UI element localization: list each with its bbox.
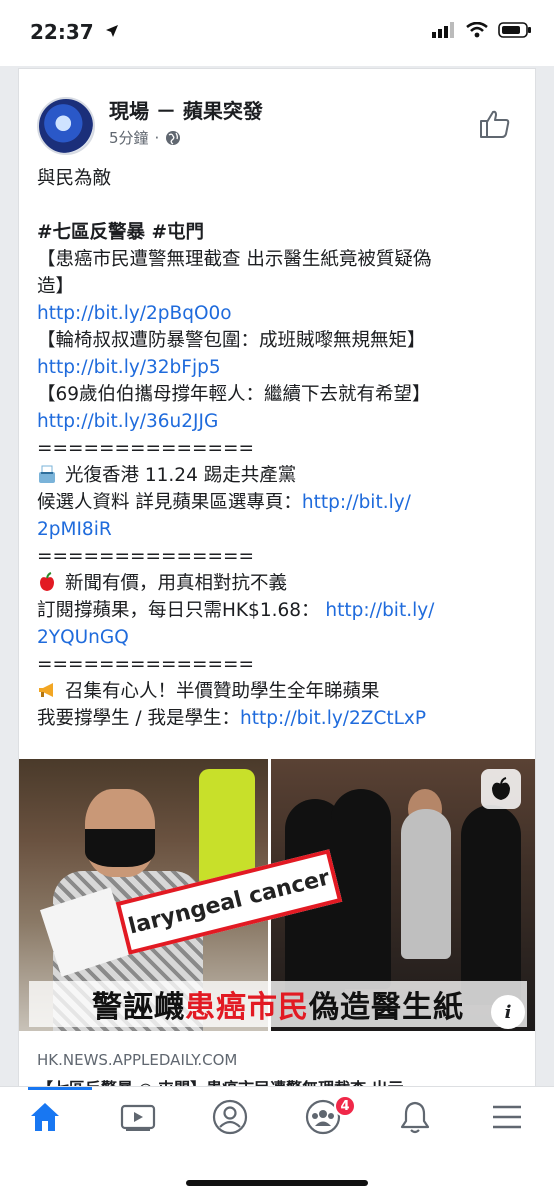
status-indicators xyxy=(432,22,532,38)
post-link[interactable]: http://bit.ly/ xyxy=(302,492,411,513)
home-icon xyxy=(31,1103,59,1131)
megaphone-icon xyxy=(39,683,53,697)
nav-profile[interactable] xyxy=(205,1099,255,1135)
info-icon[interactable]: i xyxy=(491,995,525,1029)
post-line xyxy=(37,192,523,219)
like-page-icon[interactable] xyxy=(479,109,511,139)
post-line[interactable]: 2pMI8iR xyxy=(37,516,523,543)
wifi-icon xyxy=(466,22,488,38)
caption-part: 偽造醫生紙 xyxy=(309,990,464,1025)
post-line-text: 新聞有價，用真相對抗不義 xyxy=(65,573,288,594)
post-line: 【患癌市民遭警無理截查 出示醫生紙竟被質疑偽 xyxy=(37,249,432,270)
globe-icon xyxy=(166,130,181,145)
nav-home[interactable] xyxy=(20,1099,70,1135)
post-link[interactable]: http://bit.ly/2ZCtLxP xyxy=(240,708,426,729)
meta-separator: · xyxy=(154,128,160,147)
post-line: 與民為敵 xyxy=(37,168,112,189)
watch-icon xyxy=(120,1104,156,1131)
post-line-text: 召集有心人！半價贊助學生全年睇蘋果 xyxy=(65,681,380,702)
post-line[interactable]: 2YQUnGQ xyxy=(37,624,523,651)
post-line: ============== xyxy=(37,654,255,675)
home-indicator xyxy=(186,1180,368,1186)
nav-watch[interactable] xyxy=(113,1099,163,1135)
post-line[interactable]: http://bit.ly/36u2JJG xyxy=(37,408,523,435)
status-bar: 22:37 xyxy=(0,0,554,66)
post-line: 【輪椅叔叔遭防暴警包圍：成班賊嚟無規無矩】 xyxy=(37,330,426,351)
post-line-text: 我要撐學生 / 我是學生： xyxy=(37,708,240,729)
post-link[interactable]: http://bit.ly/ xyxy=(325,600,434,621)
police-figure xyxy=(331,789,391,989)
police-figure xyxy=(461,805,521,1005)
post-line: 新聞有價，用真相對抗不義 xyxy=(37,570,523,597)
nav-menu[interactable] xyxy=(482,1099,532,1135)
apple-daily-logo-icon xyxy=(481,769,521,809)
menu-icon xyxy=(493,1105,521,1129)
post-time[interactable]: 5分鐘 xyxy=(109,127,149,148)
image-caption: 警誣衊 患癌市民 偽造醫生紙 xyxy=(29,981,527,1027)
groups-badge: 4 xyxy=(334,1095,356,1117)
post-text: 與民為敵 #七區反警暴 #屯門【患癌市民遭警無理截查 出示醫生紙竟被質疑偽 造】 h… xyxy=(37,165,523,732)
post-line-text: 訂閱撐蘋果，每日只需HK$1.68： xyxy=(37,600,326,621)
notifications-icon xyxy=(400,1101,430,1134)
post-line: 【69歲伯伯攜母撐年輕人：繼續下去就有希望】 xyxy=(37,384,431,405)
post-line: 候選人資料 詳見蘋果區選專頁：http://bit.ly/ xyxy=(37,489,523,516)
post-line: 召集有心人！半價贊助學生全年睇蘋果 xyxy=(37,678,523,705)
battery-icon xyxy=(498,22,531,38)
caption-highlight: 患癌市民 xyxy=(185,990,309,1025)
post-line[interactable]: http://bit.ly/32bFjp5 xyxy=(37,354,523,381)
post-line: ============== xyxy=(37,438,255,459)
post-meta: 5分鐘 · xyxy=(109,127,181,148)
nav-notifications[interactable] xyxy=(390,1099,440,1135)
location-arrow-icon xyxy=(105,25,118,37)
page-avatar[interactable] xyxy=(37,97,95,155)
post-line[interactable]: http://bit.ly/2pBqO0o xyxy=(37,300,523,327)
post-line-text: 光復香港 11.24 踢走共產黨 xyxy=(65,465,297,486)
post-line: 造】 xyxy=(37,276,75,297)
apple-icon xyxy=(40,572,54,591)
post-card: 現場 － 蘋果突發 5分鐘 · 與民為敵 #七區反警暴 #屯門【患癌市民遭警無理… xyxy=(18,68,536,1088)
status-time-text: 22:37 xyxy=(30,20,94,44)
post-image[interactable]: laryngeal cancer 警誣衊 患癌市民 偽造醫生紙 i xyxy=(19,759,535,1031)
link-domain[interactable]: HK.NEWS.APPLEDAILY.COM xyxy=(37,1051,237,1069)
face-mask xyxy=(85,829,155,867)
post-line: #七區反警暴 #屯門 xyxy=(37,222,204,243)
status-time: 22:37 xyxy=(30,20,119,44)
post-line-text: 候選人資料 詳見蘋果區選專頁： xyxy=(37,492,302,513)
profile-icon xyxy=(212,1099,248,1135)
cellular-signal-icon xyxy=(432,22,454,38)
post-line: 訂閱撐蘋果，每日只需HK$1.68： http://bit.ly/ xyxy=(37,597,523,624)
post-line: ============== xyxy=(37,546,255,567)
caption-part: 警誣衊 xyxy=(92,990,185,1025)
post-line: 我要撐學生 / 我是學生：http://bit.ly/2ZCtLxP xyxy=(37,705,523,732)
ballot-box-icon xyxy=(39,465,55,483)
post-line: 光復香港 11.24 踢走共產黨 xyxy=(37,462,523,489)
civilian-figure xyxy=(401,809,451,959)
active-tab-indicator xyxy=(28,1087,92,1090)
page-name[interactable]: 現場 － 蘋果突發 xyxy=(109,95,263,124)
